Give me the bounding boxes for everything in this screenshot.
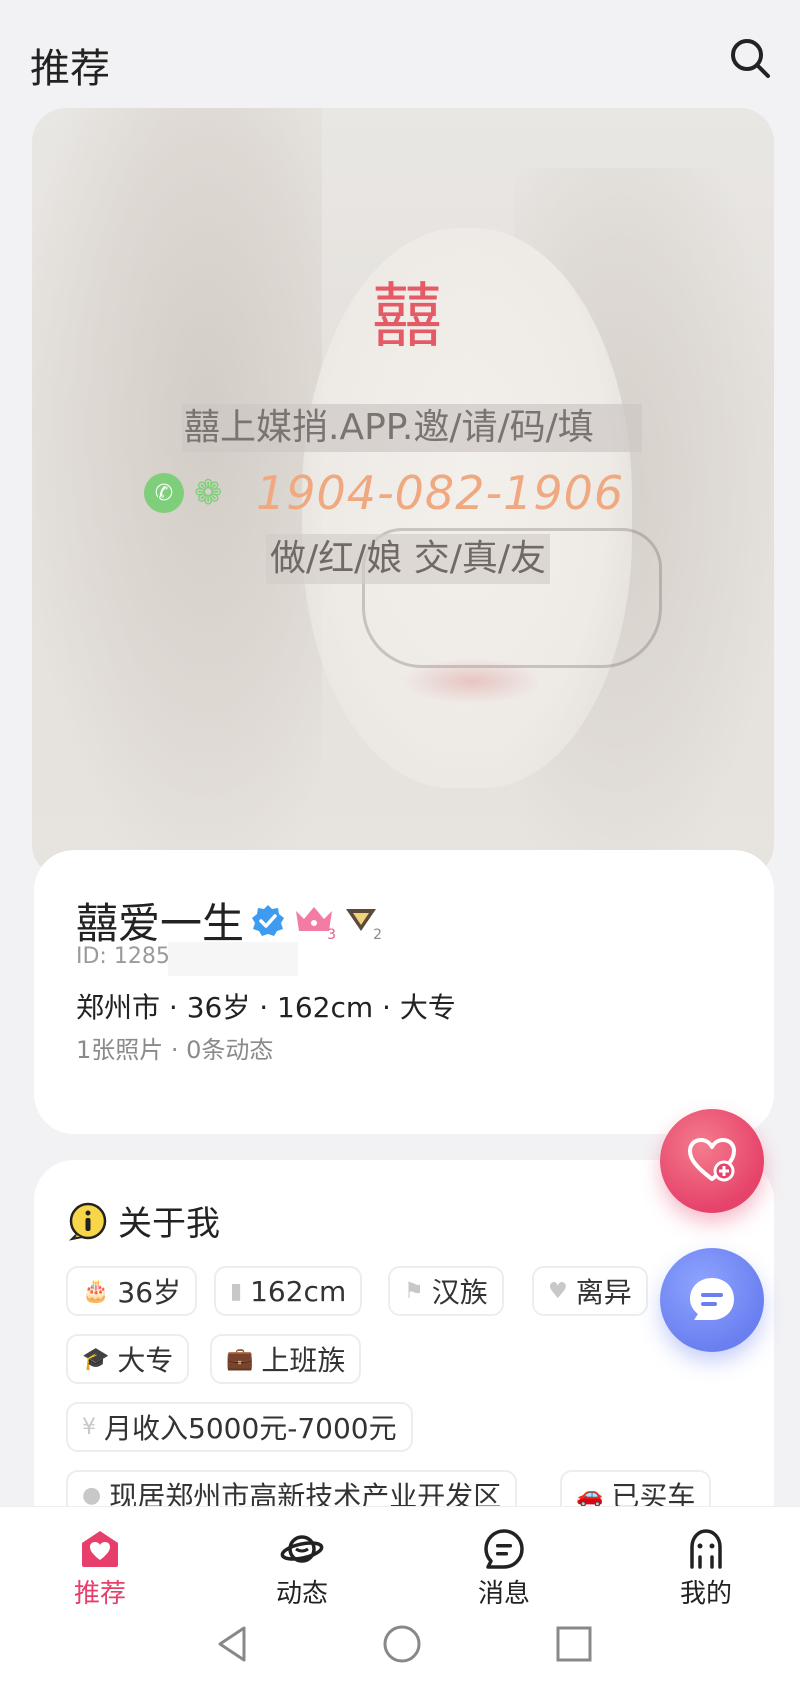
system-navigation-bar	[0, 1610, 800, 1681]
phone-icon: ✆	[144, 473, 184, 513]
about-me-title: 关于我	[118, 1204, 220, 1244]
chat-button[interactable]	[660, 1248, 764, 1352]
message-icon	[484, 1529, 524, 1569]
tag-label: 汉族	[431, 1276, 488, 1309]
tag-label: 离异	[575, 1276, 632, 1309]
about-me-header: 关于我	[68, 1196, 220, 1245]
tab-recommend-label: 推荐	[73, 1579, 126, 1609]
watermark-phone-number: 1904-082-1906	[256, 466, 625, 520]
user-id-mask	[168, 942, 298, 976]
tab-messages-label: 消息	[477, 1579, 530, 1609]
tag-education: 🎓 大专	[66, 1334, 190, 1384]
watermark-invite-text: 囍上媒捎.APP.邀/请/码/填	[182, 404, 642, 452]
tab-messages[interactable]: 消息	[434, 1507, 574, 1611]
wechat-icon: ❁	[194, 473, 223, 513]
yen-icon: ¥	[82, 1414, 96, 1440]
profile-icon	[690, 1529, 722, 1569]
heart-plus-icon	[688, 1138, 736, 1182]
search-icon[interactable]	[728, 36, 772, 80]
tag-label: 上班族	[261, 1344, 346, 1377]
bottom-tab-bar: 推荐 动态 消息 我的	[0, 1506, 800, 1610]
tag-label: 162cm	[250, 1274, 347, 1308]
verified-badge-icon	[252, 904, 285, 936]
tab-mine-label: 我的	[679, 1579, 732, 1609]
flag-icon: ⚑	[404, 1278, 424, 1304]
watermark-slogan: 做/红/娘 交/真/友	[266, 534, 550, 584]
tab-recommend[interactable]: 推荐	[30, 1507, 170, 1611]
tag-label: 36岁	[117, 1276, 182, 1309]
photo-lips	[402, 658, 542, 704]
heart-home-icon	[82, 1531, 118, 1567]
info-icon	[68, 1202, 107, 1241]
top-header: 推荐	[0, 0, 800, 92]
about-me-card: 关于我 🎂 36岁 ▮ 162cm ⚑ 汉族 ♥ 离异 🎓 大专 💼 上班族 ¥…	[34, 1160, 774, 1560]
crown-level: 3	[327, 926, 337, 943]
tag-income: ¥ 月收入5000元-7000元	[66, 1402, 413, 1452]
like-button[interactable]	[660, 1109, 764, 1213]
heart-icon: ♥	[548, 1278, 568, 1304]
briefcase-icon: 💼	[226, 1346, 254, 1372]
double-happiness-logo: 囍	[372, 275, 442, 357]
watermark-contact: ✆ ❁ 1904-082-1906	[144, 466, 625, 520]
tab-mine[interactable]: 我的	[636, 1507, 776, 1611]
tag-height: ▮ 162cm	[214, 1266, 363, 1316]
tag-age: 🎂 36岁	[66, 1266, 198, 1316]
home-circle-icon[interactable]	[380, 1622, 424, 1666]
tab-moments[interactable]: 动态	[232, 1507, 372, 1611]
graduation-cap-icon: 🎓	[82, 1346, 110, 1372]
page-title: 推荐	[30, 46, 110, 92]
basic-info: 郑州市 · 36岁 · 162cm · 大专	[76, 991, 456, 1024]
recent-apps-square-icon[interactable]	[552, 1622, 596, 1666]
tag-label: 月收入5000元-7000元	[104, 1412, 397, 1445]
tag-label: 大专	[117, 1344, 174, 1377]
planet-icon	[280, 1535, 324, 1563]
tab-moments-label: 动态	[275, 1579, 328, 1609]
back-triangle-icon[interactable]	[210, 1622, 254, 1666]
diamond-level: 2	[373, 926, 383, 943]
cake-icon: 🎂	[82, 1278, 110, 1304]
car-icon: 🚗	[576, 1482, 604, 1508]
height-icon: ▮	[230, 1278, 243, 1304]
location-pin-icon: ●	[82, 1482, 102, 1508]
user-id: ID: 1285	[76, 944, 170, 969]
tag-occupation: 💼 上班族	[210, 1334, 362, 1384]
profile-info-card: 囍爱一生 3 2 ID: 1285 郑州市 · 36岁 · 162cm · 大专…	[34, 850, 774, 1134]
profile-stats: 1张照片 · 0条动态	[76, 1036, 274, 1064]
tag-marital: ♥ 离异	[532, 1266, 648, 1316]
chat-bubble-icon	[690, 1278, 734, 1320]
tag-ethnicity: ⚑ 汉族	[388, 1266, 504, 1316]
